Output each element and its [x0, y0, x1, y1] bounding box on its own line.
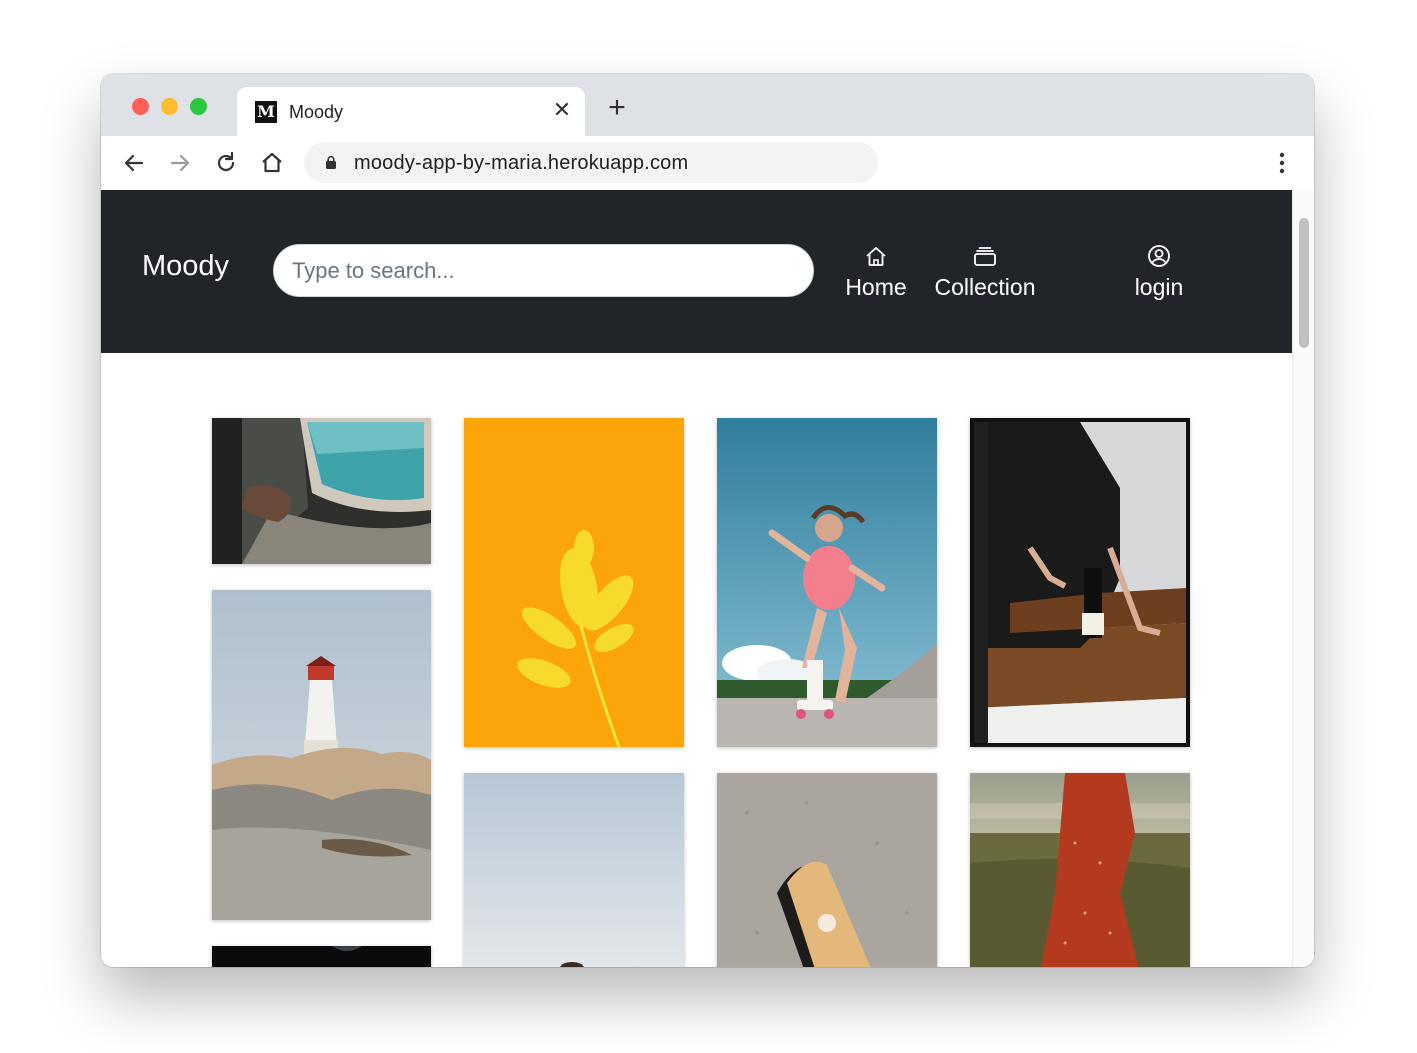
pale-sky-photo[interactable] — [464, 773, 684, 967]
lighthouse-on-rocks-photo[interactable] — [212, 590, 431, 920]
url-text: moody-app-by-maria.herokuapp.com — [354, 152, 689, 174]
search-input[interactable] — [273, 244, 814, 297]
forward-arrow-icon[interactable] — [167, 150, 193, 176]
page-viewport: Moody Home Collection login — [101, 190, 1314, 967]
minimize-window-button[interactable] — [161, 98, 178, 115]
nav-home[interactable]: Home — [844, 244, 908, 304]
collection-icon — [972, 244, 998, 268]
roller-skater-photo[interactable] — [717, 418, 937, 747]
tab-title: Moody — [289, 102, 344, 122]
stairs-with-champagne-photo[interactable] — [970, 418, 1190, 747]
maximize-window-button[interactable] — [190, 98, 207, 115]
house-icon — [863, 244, 889, 268]
site-navbar: Moody Home Collection login — [101, 190, 1292, 353]
site-favicon-icon: M — [255, 101, 277, 123]
nav-login[interactable]: login — [1131, 244, 1187, 304]
back-arrow-icon[interactable] — [121, 150, 147, 176]
woman-in-red-dress-photo[interactable] — [970, 773, 1190, 967]
dark-abstract-photo[interactable] — [212, 946, 431, 967]
nav-home-label: Home — [845, 274, 907, 300]
skateboard-on-asphalt-photo[interactable] — [717, 773, 937, 967]
reload-icon[interactable] — [213, 150, 239, 176]
scrollbar-thumb[interactable] — [1299, 218, 1309, 348]
browser-menu-icon[interactable] — [1271, 150, 1293, 176]
yellow-leaf-on-orange-photo[interactable] — [464, 418, 684, 747]
nav-collection[interactable]: Collection — [930, 244, 1040, 304]
address-bar[interactable]: moody-app-by-maria.herokuapp.com — [304, 142, 878, 183]
nav-collection-label: Collection — [934, 274, 1036, 300]
hand-by-train-window-photo[interactable] — [212, 418, 431, 564]
browser-window: M Moody ✕ + moody-app-by-maria.herokuapp… — [101, 74, 1314, 967]
lock-icon — [324, 155, 338, 169]
tab-strip: M Moody ✕ + — [101, 74, 1314, 136]
person-circle-icon — [1146, 244, 1172, 268]
brand-logo[interactable]: Moody — [142, 248, 229, 284]
browser-toolbar: moody-app-by-maria.herokuapp.com — [101, 136, 1314, 191]
nav-login-label: login — [1134, 274, 1184, 300]
browser-tab[interactable]: M Moody ✕ — [237, 87, 585, 136]
home-icon[interactable] — [259, 150, 285, 176]
new-tab-button[interactable]: + — [604, 93, 630, 123]
close-tab-icon[interactable]: ✕ — [551, 99, 573, 121]
close-window-button[interactable] — [132, 98, 149, 115]
page-scrollbar[interactable] — [1292, 190, 1314, 967]
